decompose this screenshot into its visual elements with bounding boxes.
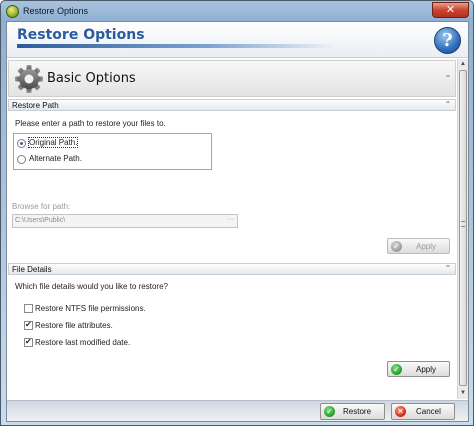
- cancel-button[interactable]: ✕ Cancel: [391, 403, 455, 420]
- grip-icon: [461, 221, 465, 227]
- restore-options-window: Restore Options ✕ Restore Options ? ▲ ▼: [0, 0, 474, 426]
- collapse-restore-path-icon[interactable]: ⌃: [443, 100, 453, 110]
- help-icon[interactable]: ?: [434, 27, 461, 54]
- restore-path-options: Original Path. Alternate Path.: [13, 133, 212, 170]
- app-icon: [6, 5, 19, 18]
- gear-icon: [15, 65, 43, 93]
- restore-path-apply-button[interactable]: ✓ Apply: [387, 238, 450, 254]
- file-details-title: File Details: [12, 265, 52, 274]
- file-attributes-checkbox[interactable]: [24, 320, 33, 330]
- original-path-label[interactable]: Original Path.: [27, 137, 79, 148]
- scroll-up-arrow-icon[interactable]: ▲: [458, 59, 468, 70]
- basic-options-header[interactable]: Basic Options ⌃: [8, 60, 456, 97]
- browse-path-label: Browse for path:: [12, 202, 71, 211]
- page-title: Restore Options: [17, 27, 145, 43]
- check-icon: ✓: [391, 241, 402, 252]
- restore-path-instruction: Please enter a path to restore your file…: [15, 119, 166, 128]
- scrollbar-thumb[interactable]: [459, 70, 467, 386]
- browse-ellipsis-icon[interactable]: ···: [227, 216, 234, 223]
- collapse-basic-options-icon[interactable]: ⌃: [443, 74, 453, 84]
- restore-path-title: Restore Path: [12, 101, 59, 110]
- collapse-file-details-icon[interactable]: ⌃: [443, 264, 453, 274]
- vertical-scrollbar[interactable]: ▲ ▼: [457, 59, 468, 399]
- check-icon: ✓: [391, 364, 402, 375]
- file-details-header[interactable]: File Details ⌃: [8, 263, 456, 275]
- page-header: Restore Options ?: [7, 22, 468, 58]
- ntfs-permissions-checkbox[interactable]: [24, 304, 33, 313]
- restore-path-header[interactable]: Restore Path ⌃: [8, 99, 456, 111]
- ntfs-permissions-label[interactable]: Restore NTFS file permissions.: [35, 304, 146, 313]
- close-button[interactable]: ✕: [432, 2, 469, 18]
- scroll-down-arrow-icon[interactable]: ▼: [458, 388, 468, 399]
- dialog-footer: ✓ Restore ✕ Cancel: [7, 400, 468, 421]
- original-path-radio[interactable]: [17, 139, 26, 148]
- x-icon: ✕: [395, 406, 406, 417]
- last-modified-checkbox[interactable]: [24, 337, 33, 347]
- file-attributes-label[interactable]: Restore file attributes.: [35, 321, 113, 330]
- content-panel: Restore Options ? ▲ ▼ Basic Options ⌃ Re…: [6, 21, 469, 422]
- alternate-path-label[interactable]: Alternate Path.: [29, 154, 82, 163]
- apply-label: Apply: [416, 365, 437, 374]
- window-title: Restore Options: [23, 6, 89, 16]
- alternate-path-radio[interactable]: [17, 155, 26, 164]
- cancel-label: Cancel: [416, 407, 441, 416]
- title-underline: [17, 44, 337, 48]
- title-bar[interactable]: Restore Options ✕: [1, 1, 473, 22]
- basic-options-title: Basic Options: [47, 71, 136, 86]
- last-modified-label[interactable]: Restore last modified date.: [35, 338, 130, 347]
- browse-path-value: C:\Users\Public\: [15, 217, 66, 224]
- restore-label: Restore: [343, 407, 372, 416]
- file-details-question: Which file details would you like to res…: [15, 282, 168, 291]
- file-details-apply-button[interactable]: ✓ Apply: [387, 361, 450, 377]
- browse-path-input[interactable]: C:\Users\Public\ ···: [12, 214, 238, 228]
- check-icon: ✓: [324, 406, 335, 417]
- restore-button[interactable]: ✓ Restore: [320, 403, 385, 420]
- apply-label: Apply: [416, 242, 437, 251]
